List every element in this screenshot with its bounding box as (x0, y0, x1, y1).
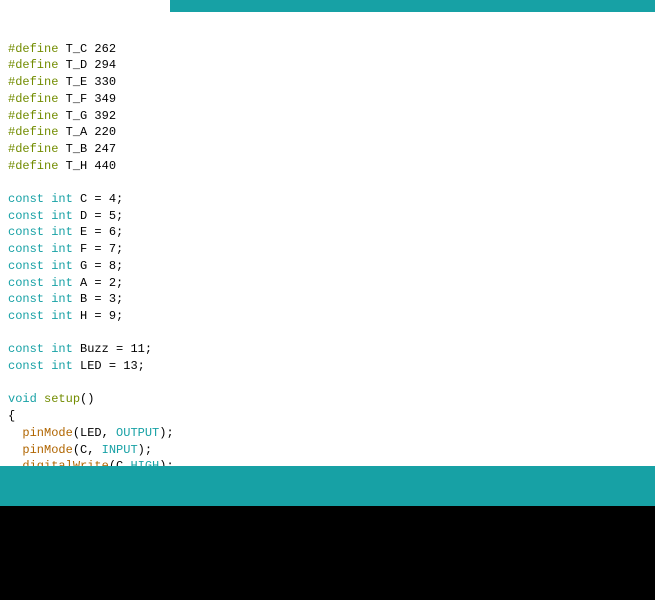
code-editor[interactable]: #define T_C 262 #define T_D 294 #define … (0, 12, 655, 466)
tab-bar (0, 0, 655, 12)
console-panel[interactable] (0, 506, 655, 600)
status-bar (0, 466, 655, 506)
active-tab[interactable] (0, 0, 170, 12)
ide-window: #define T_C 262 #define T_D 294 #define … (0, 0, 655, 600)
